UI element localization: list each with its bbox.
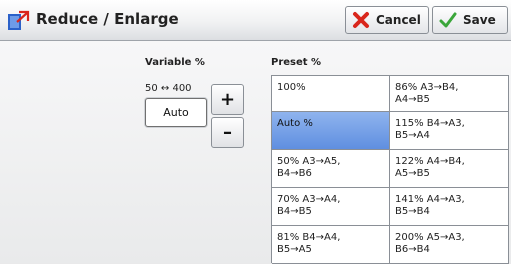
green-check-icon [439, 12, 457, 28]
cancel-button[interactable]: Cancel [345, 6, 429, 34]
preset-grid: 100% Auto % 50% A3→A5, B4→B6 70% A3→A4, … [271, 75, 509, 264]
decrease-button[interactable]: – [211, 117, 244, 148]
save-button[interactable]: Save [432, 6, 508, 34]
page-title: Reduce / Enlarge [36, 10, 179, 28]
variable-percent-label: Variable % [145, 57, 205, 68]
auto-variable-button[interactable]: Auto [145, 98, 207, 127]
preset-141[interactable]: 141% A4→A3, B5→B4 [390, 188, 509, 226]
preset-122[interactable]: 122% A4→B4, A5→B5 [390, 150, 509, 188]
variable-range-text: 50 ↔ 400 [145, 83, 192, 94]
preset-50[interactable]: 50% A3→A5, B4→B6 [272, 150, 390, 188]
cancel-label: Cancel [376, 13, 421, 27]
preset-auto[interactable]: Auto % [272, 112, 390, 150]
preset-70[interactable]: 70% A3→A4, B4→B5 [272, 188, 390, 226]
reduce-enlarge-icon [8, 10, 30, 30]
preset-115[interactable]: 115% B4→A3, B5→A4 [390, 112, 509, 150]
preset-percent-label: Preset % [271, 57, 322, 68]
preset-200[interactable]: 200% A5→A3, B6→B4 [390, 226, 509, 264]
preset-81[interactable]: 81% B4→A4, B5→A5 [272, 226, 390, 264]
red-x-icon [353, 12, 369, 28]
preset-100[interactable]: 100% [272, 76, 390, 112]
preset-86[interactable]: 86% A3→B4, A4→B5 [390, 76, 509, 112]
save-label: Save [463, 13, 496, 27]
increase-button[interactable]: + [211, 84, 244, 115]
title-bar: Reduce / Enlarge Cancel Save [0, 0, 511, 41]
